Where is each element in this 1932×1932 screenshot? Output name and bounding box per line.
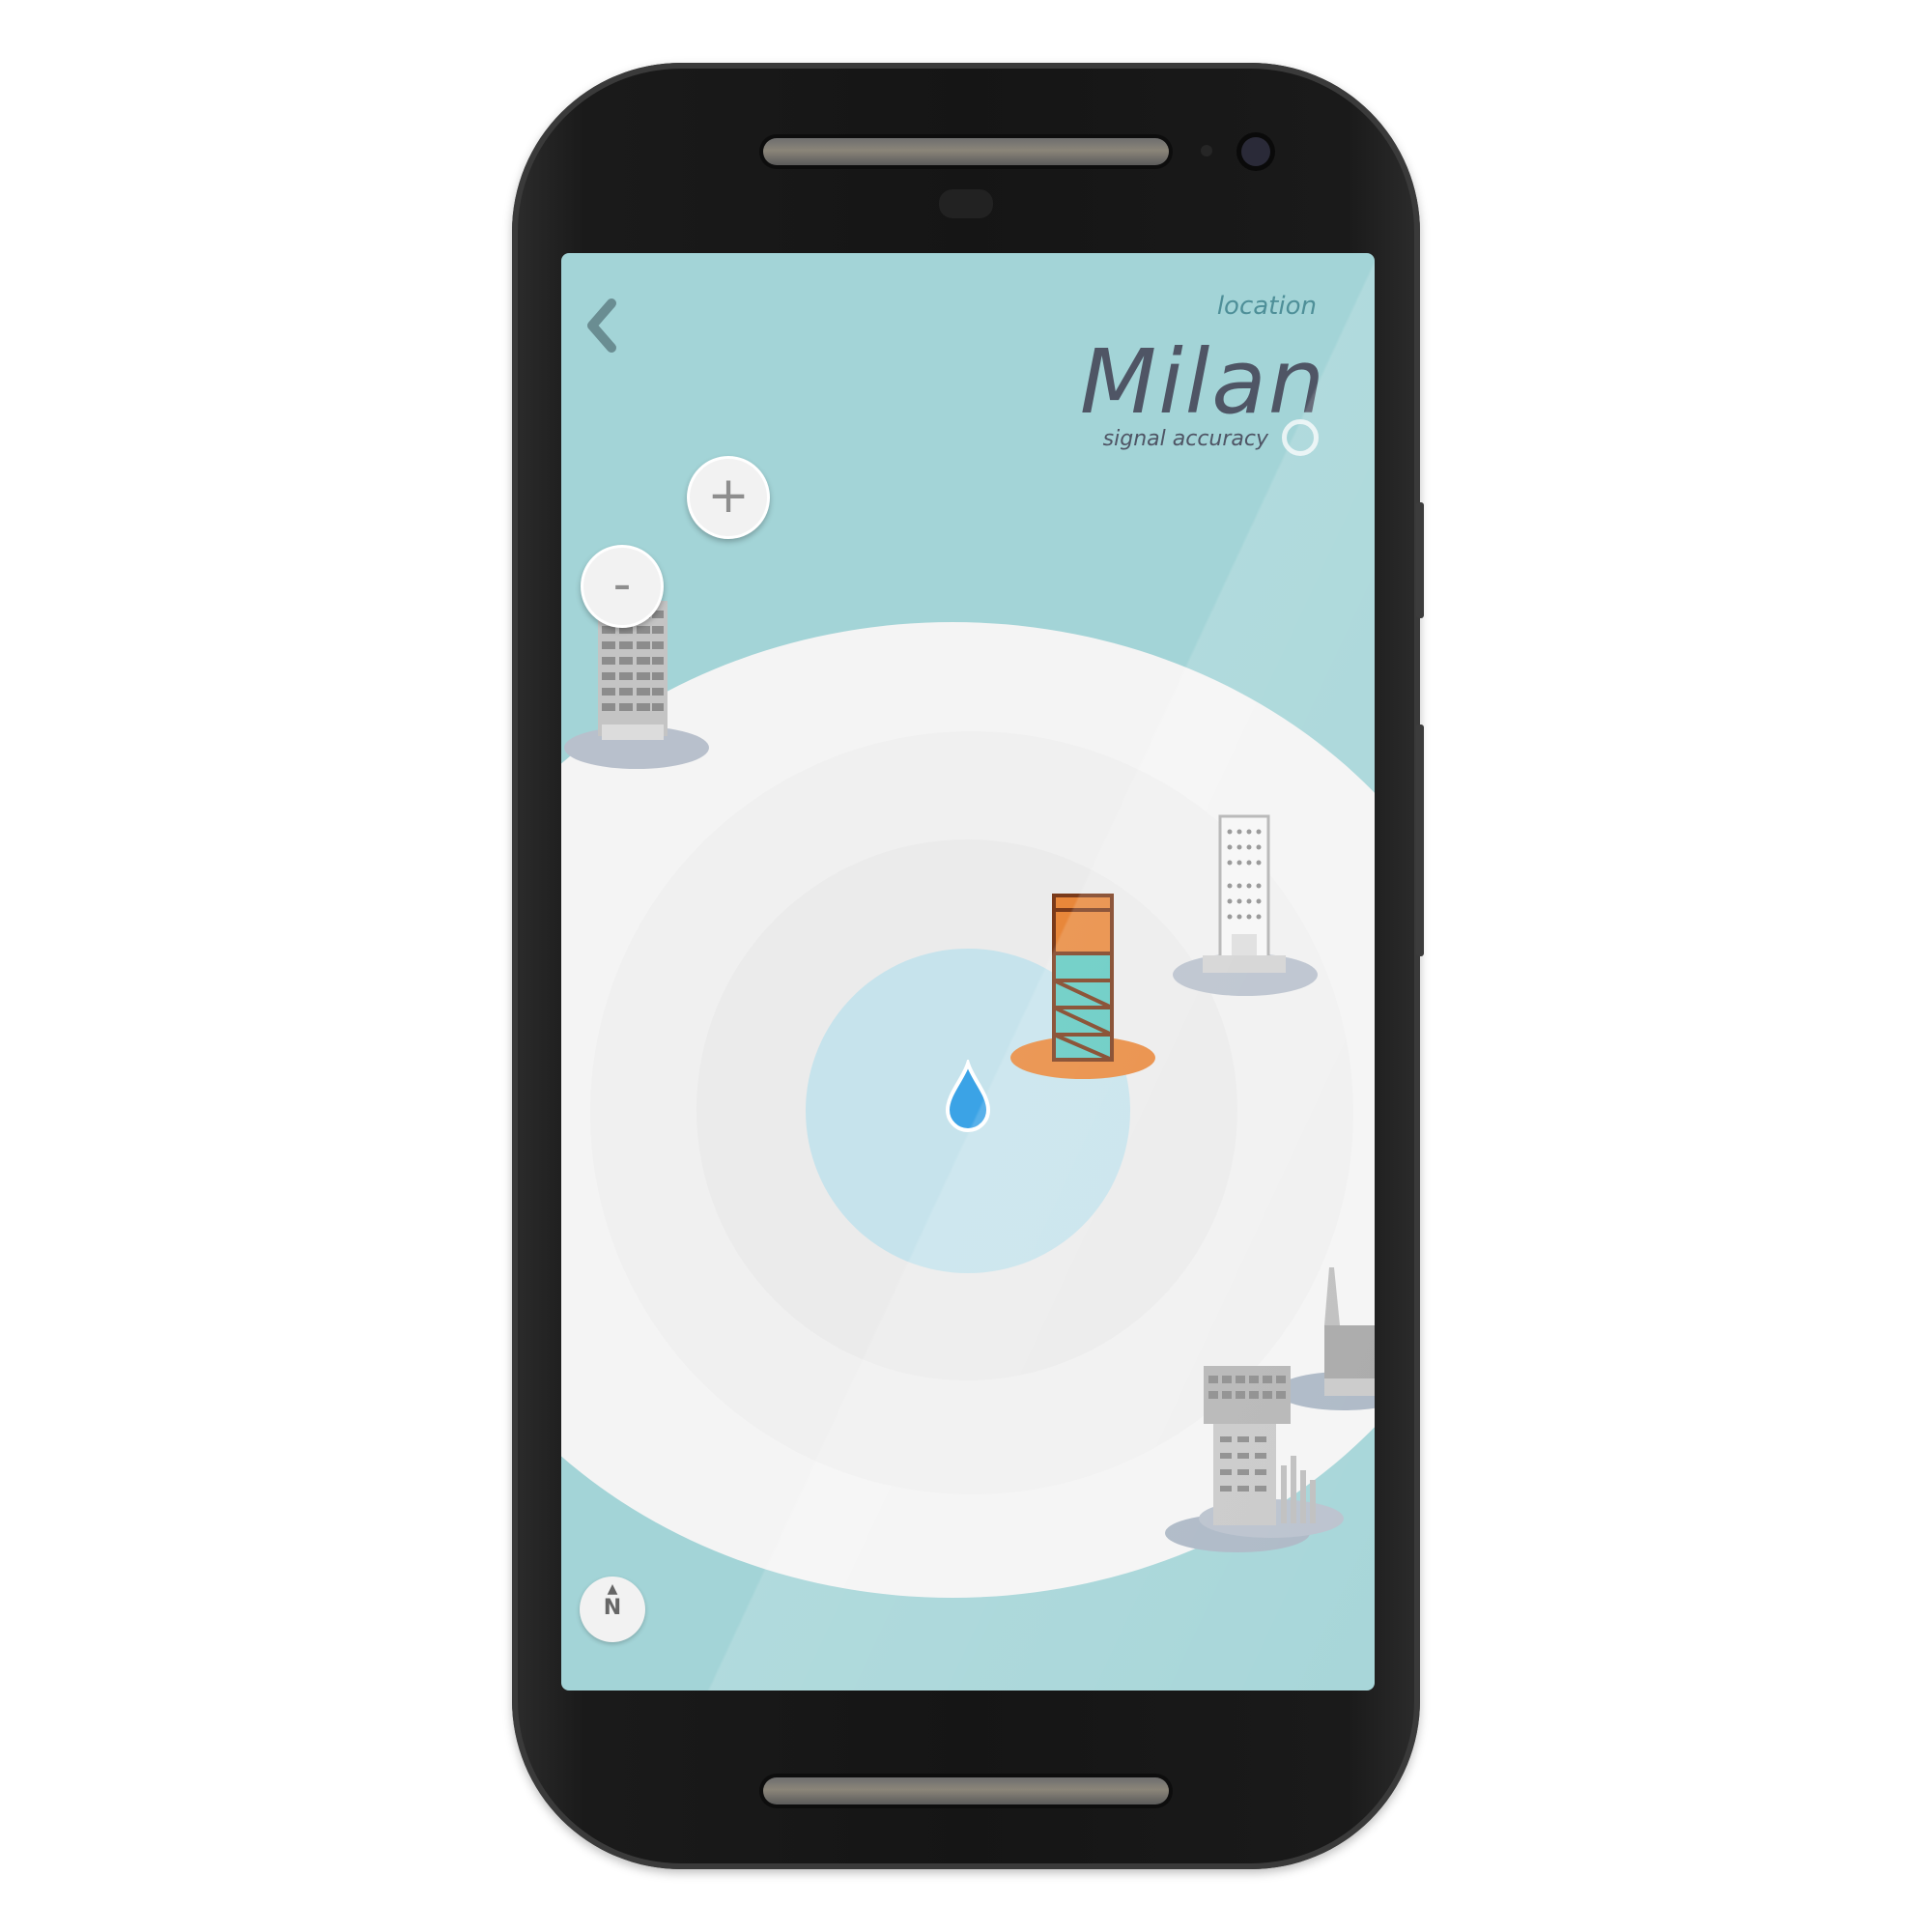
phone-bottom-speaker xyxy=(763,1777,1169,1804)
building-cluster[interactable] xyxy=(1141,1248,1375,1557)
location-label: location xyxy=(1216,292,1317,321)
phone-camera xyxy=(1241,137,1270,166)
phone-power-button xyxy=(1416,724,1424,956)
signal-ring-icon xyxy=(1282,419,1319,456)
city-title: Milan xyxy=(1079,330,1326,434)
phone-volume-button xyxy=(1416,502,1424,618)
signal-accuracy-label: signal accuracy xyxy=(1102,427,1268,451)
building-selected[interactable] xyxy=(1006,886,1160,1089)
compass-button[interactable]: ▲ N xyxy=(580,1577,645,1642)
location-pin-icon[interactable] xyxy=(940,1060,996,1139)
compass-label: N xyxy=(603,1596,622,1620)
phone-sensor xyxy=(1201,145,1212,156)
phone-top-speaker xyxy=(763,138,1169,165)
app-screen: + - location Milan signal accuracy ▲ N xyxy=(561,253,1375,1690)
back-chevron-icon[interactable] xyxy=(573,292,631,359)
zoom-out-button[interactable]: - xyxy=(581,545,664,628)
zoom-in-button[interactable]: + xyxy=(687,456,770,539)
compass-arrow-icon: ▲ xyxy=(607,1581,618,1597)
phone-earpiece xyxy=(939,189,993,218)
building-white-tower[interactable] xyxy=(1170,809,1324,1002)
